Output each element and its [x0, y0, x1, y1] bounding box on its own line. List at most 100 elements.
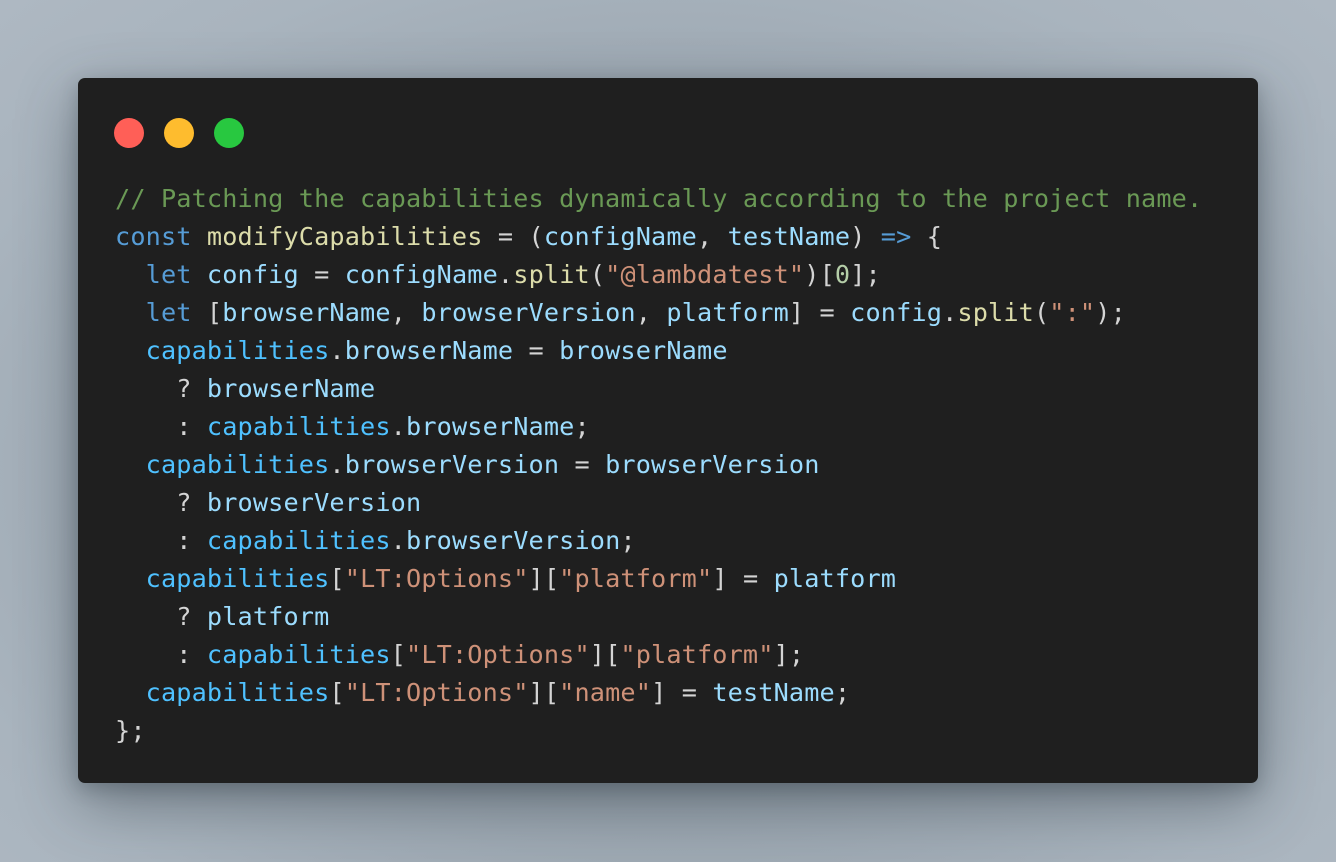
code-token-object: capabilities	[206, 640, 391, 669]
code-token-punct	[115, 260, 146, 289]
code-token-object: capabilities	[145, 678, 330, 707]
code-token-punct: )[	[804, 260, 835, 289]
code-line: const modifyCapabilities = (configName, …	[115, 218, 1202, 256]
code-token-punct: [	[329, 564, 345, 593]
code-token-function: split	[513, 260, 590, 289]
code-token-punct: (	[589, 260, 606, 289]
code-window: // Patching the capabilities dynamically…	[78, 78, 1258, 783]
code-token-object: capabilities	[206, 526, 391, 555]
code-line: : capabilities.browserVersion;	[115, 522, 1202, 560]
code-token-punct: {	[911, 222, 943, 251]
code-token-variable: platform	[773, 564, 897, 593]
code-line: let [browserName, browserVersion, platfo…	[115, 294, 1202, 332]
code-token-punct: .	[329, 336, 345, 365]
code-token-punct: ;	[620, 526, 636, 555]
code-token-string: "@lambdatest"	[605, 260, 805, 289]
code-token-string: "LT:Options"	[406, 640, 590, 669]
code-line: capabilities.browserName = browserName	[115, 332, 1202, 370]
code-token-punct: =	[559, 450, 606, 479]
code-token-punct: };	[115, 716, 146, 745]
code-line: // Patching the capabilities dynamically…	[115, 180, 1202, 218]
code-token-variable: platform	[206, 602, 330, 631]
code-token-punct	[192, 222, 207, 251]
code-token-punct: ?	[115, 602, 207, 631]
code-token-variable: browserVersion	[206, 488, 422, 517]
code-token-punct: ,	[390, 298, 422, 327]
code-token-punct: = (	[482, 222, 544, 251]
code-token-variable: configName	[344, 260, 498, 289]
code-token-object: capabilities	[145, 450, 330, 479]
code-token-punct: (	[1033, 298, 1050, 327]
code-token-variable: browserVersion	[344, 450, 560, 479]
code-token-string: "LT:Options"	[344, 678, 529, 707]
code-line: capabilities["LT:Options"]["platform"] =…	[115, 560, 1202, 598]
code-token-punct: =	[513, 336, 560, 365]
code-token-punct: .	[497, 260, 514, 289]
code-token-punct: [	[191, 298, 223, 327]
code-token-punct: ];	[773, 640, 805, 669]
code-token-punct: ] =	[788, 298, 851, 327]
code-token-punct: :	[115, 640, 207, 669]
code-token-object: capabilities	[206, 412, 391, 441]
code-token-punct: ][	[589, 640, 621, 669]
code-token-punct: [	[329, 678, 345, 707]
code-token-variable: browserVersion	[605, 450, 820, 479]
code-token-punct	[115, 450, 146, 479]
code-token-punct	[192, 260, 207, 289]
code-block: // Patching the capabilities dynamically…	[115, 180, 1202, 750]
code-token-string: "platform"	[559, 564, 713, 593]
code-token-object: capabilities	[145, 564, 330, 593]
code-token-punct: .	[329, 450, 345, 479]
code-token-comment: // Patching the capabilities dynamically…	[115, 184, 1203, 213]
code-token-keyword: let	[145, 298, 192, 327]
code-token-punct: ,	[635, 298, 667, 327]
code-line: capabilities["LT:Options"]["name"] = tes…	[115, 674, 1202, 712]
code-token-variable: platform	[666, 298, 789, 327]
minimize-button[interactable]	[164, 118, 194, 148]
code-token-punct: =	[298, 260, 345, 289]
code-line: ? browserVersion	[115, 484, 1202, 522]
code-token-function: split	[957, 298, 1034, 327]
code-token-keyword: const	[115, 222, 192, 251]
code-line: let config = configName.split("@lambdate…	[115, 256, 1202, 294]
close-button[interactable]	[114, 118, 144, 148]
code-token-punct	[115, 298, 146, 327]
code-token-variable: browserName	[559, 336, 728, 365]
code-token-string: "platform"	[620, 640, 774, 669]
code-token-punct: ][	[528, 564, 560, 593]
code-token-variable: testName	[712, 678, 835, 707]
code-token-number: 0	[834, 260, 851, 289]
code-token-object: capabilities	[145, 336, 330, 365]
code-token-variable: config	[850, 298, 943, 327]
code-line: ? browserName	[115, 370, 1202, 408]
code-token-variable: browserName	[406, 412, 575, 441]
code-token-punct: [	[390, 640, 406, 669]
code-line: : capabilities.browserName;	[115, 408, 1202, 446]
code-token-variable: browserName	[344, 336, 514, 365]
code-token-punct: ] =	[651, 678, 713, 707]
code-line: };	[115, 712, 1202, 750]
code-token-punct: :	[115, 412, 207, 441]
code-token-punct: ;	[834, 678, 851, 707]
code-token-variable: browserVersion	[406, 526, 621, 555]
code-token-string: "name"	[559, 678, 652, 707]
code-token-punct: );	[1095, 298, 1126, 327]
code-token-punct: .	[942, 298, 958, 327]
code-token-arrow: =>	[880, 222, 912, 251]
code-line: capabilities.browserVersion = browserVer…	[115, 446, 1202, 484]
maximize-button[interactable]	[214, 118, 244, 148]
code-token-variable: browserName	[206, 374, 376, 403]
code-token-variable: configName	[543, 222, 697, 251]
code-token-variable: browserName	[222, 298, 391, 327]
code-token-variable: testName	[727, 222, 851, 251]
code-token-punct: ][	[528, 678, 560, 707]
code-token-punct: ;	[574, 412, 590, 441]
code-token-punct: ?	[115, 374, 207, 403]
code-line: : capabilities["LT:Options"]["platform"]…	[115, 636, 1202, 674]
code-line: ? platform	[115, 598, 1202, 636]
code-token-punct: ,	[696, 222, 728, 251]
code-token-keyword: let	[145, 260, 192, 289]
code-token-punct: ];	[850, 260, 881, 289]
code-token-punct: ?	[115, 488, 207, 517]
window-controls	[114, 118, 244, 148]
